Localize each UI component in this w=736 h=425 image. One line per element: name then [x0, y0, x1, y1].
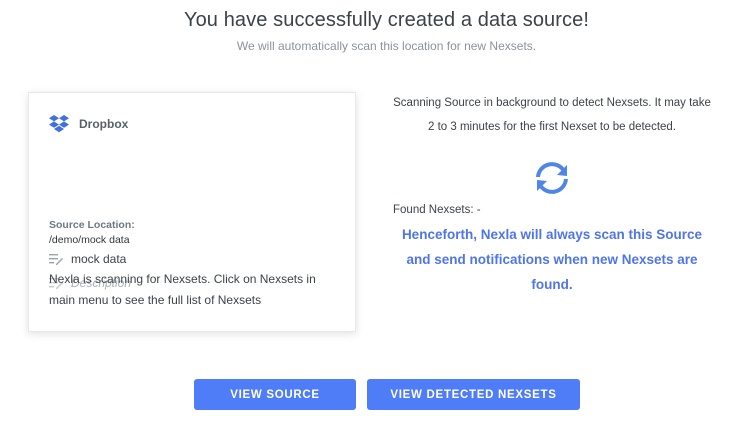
- source-location-label: Source Location:: [49, 219, 135, 231]
- provider: Dropbox: [49, 115, 128, 133]
- source-card: Dropbox mock data Description Source Loc…: [28, 92, 356, 332]
- page-subtitle: We will automatically scan this location…: [236, 39, 537, 53]
- view-source-button[interactable]: VIEW SOURCE: [194, 379, 356, 410]
- refresh-icon: [531, 161, 573, 195]
- source-name-field[interactable]: mock data: [49, 252, 126, 266]
- view-detected-nexsets-button[interactable]: VIEW DETECTED NEXSETS: [367, 379, 580, 410]
- dropbox-icon: [49, 115, 69, 133]
- source-name-value: mock data: [71, 252, 127, 266]
- found-nexsets-label: Found Nexsets: -: [393, 204, 481, 216]
- scan-status-text: Scanning Source in background to detect …: [393, 97, 711, 133]
- page-title: You have successfully created a data sou…: [183, 9, 589, 31]
- source-location-value: /demo/mock data: [49, 234, 130, 246]
- provider-name: Dropbox: [79, 117, 129, 131]
- edit-lines-icon: [49, 253, 63, 265]
- scanning-note: Nexla is scanning for Nexsets. Click on …: [49, 272, 316, 307]
- notification-text: Henceforth, Nexla will always scan this …: [401, 227, 703, 292]
